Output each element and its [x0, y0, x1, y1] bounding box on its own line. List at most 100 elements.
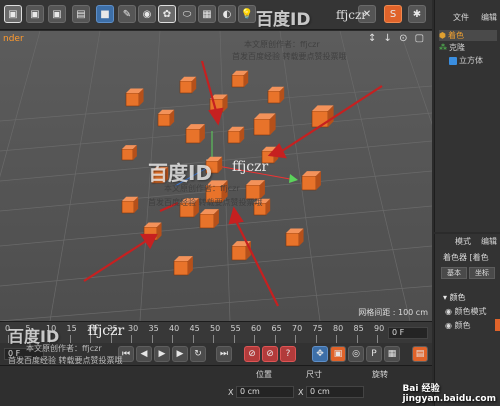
cube-clone[interactable] — [179, 76, 197, 94]
menu-file[interactable]: 文件 — [453, 12, 469, 23]
tick-label: 85 — [353, 324, 364, 333]
cube-clone[interactable] — [231, 70, 249, 88]
current-frame-field[interactable]: 0 F — [388, 327, 428, 339]
tab-basic[interactable]: 基本 — [441, 267, 467, 279]
size-x-field[interactable]: 0 cm — [306, 386, 364, 398]
tick-mark — [69, 335, 71, 343]
grid-icon[interactable]: ▦ — [198, 5, 216, 23]
site-watermark-logo: Bai 经验 jingyan.baidu.com — [402, 381, 496, 404]
cube-clone[interactable] — [157, 109, 175, 127]
color-swatch[interactable] — [495, 319, 500, 331]
object-manager: 文件 编辑 ⬢ 着色 ⁂ 克隆 立方体 — [434, 0, 500, 232]
watermark-user: ffjczr — [336, 8, 368, 22]
prev-frame-icon[interactable]: ◀ — [136, 346, 152, 362]
tree-item-cloner[interactable]: ⁂ 克隆 — [439, 42, 465, 53]
param-label: 颜色 — [454, 321, 471, 330]
cube-clone[interactable] — [227, 126, 245, 144]
autokey-icon[interactable]: ⊘ — [262, 346, 278, 362]
param-color[interactable]: ◉ 颜色 — [445, 320, 471, 331]
film-icon[interactable]: ▣ — [4, 5, 22, 23]
tick-label: 75 — [312, 324, 323, 333]
watermark-user: ffjczr — [88, 323, 125, 339]
cube-icon[interactable]: ■ — [96, 5, 114, 23]
goto-end-icon[interactable]: ⏭ — [216, 346, 232, 362]
watermark-note: 首发百度经验 转载要点赞投票哦 — [148, 198, 263, 207]
tick-label: 15 — [66, 324, 77, 333]
param-color-mode[interactable]: ◉ 颜色模式 — [445, 306, 487, 317]
tick-label: 80 — [333, 324, 344, 333]
grid-icon[interactable]: ▦ — [384, 346, 400, 362]
next-frame-icon[interactable]: ▶ — [172, 346, 188, 362]
python-icon[interactable]: ✱ — [408, 5, 426, 23]
position-x-field[interactable]: 0 cm — [236, 386, 294, 398]
section-color[interactable]: ▾ 颜色 — [443, 292, 466, 303]
watermark-note: 首发百度经验 转载要点赞投票哦 — [232, 52, 347, 61]
rotate-icon[interactable]: ◎ — [348, 346, 364, 362]
cube-clone[interactable] — [199, 209, 219, 229]
menu-mode[interactable]: 模式 — [455, 236, 471, 247]
x-label: X — [228, 388, 234, 397]
tick-label: 65 — [271, 324, 282, 333]
timeline-ruler[interactable]: 0 5 10 15 20 25 30 35 40 45 50 55 60 65 70 75 80 85 90 0 F — [0, 321, 432, 343]
film-icon[interactable]: ▣ — [26, 5, 44, 23]
cube-clone[interactable] — [121, 145, 137, 161]
tick-mark — [192, 335, 194, 343]
menu-edit[interactable]: 编辑 — [481, 236, 497, 247]
camera-icon[interactable]: ◐ — [218, 5, 236, 23]
tick-mark — [213, 335, 214, 343]
scale-icon[interactable]: ▣ — [330, 346, 346, 362]
film-icon[interactable]: ▣ — [48, 5, 66, 23]
light-icon[interactable]: 💡 — [238, 5, 256, 23]
header-rotation: 旋转 — [372, 370, 388, 379]
coordinate-manager: 位置 尺寸 旋转 X 0 cm X 0 cm — [0, 365, 432, 406]
film-settings-icon[interactable]: ▤ — [72, 5, 90, 23]
tick-label: 35 — [148, 324, 159, 333]
move-icon[interactable]: ✥ — [312, 346, 328, 362]
loop-icon[interactable]: ↻ — [190, 346, 206, 362]
cloner-icon: ⁂ — [439, 43, 447, 52]
tick-label: 55 — [230, 324, 241, 333]
tick-mark — [356, 335, 358, 343]
tick-mark — [315, 335, 317, 343]
cube-clone[interactable] — [253, 113, 276, 136]
script-icon[interactable]: S — [384, 5, 402, 23]
watermark-author: 本文原创作者：ffjczr — [164, 184, 240, 193]
tree-item-shader[interactable]: ⬢ 着色 — [439, 30, 497, 41]
param-label: 颜色模式 — [454, 307, 487, 316]
cube-clone[interactable] — [185, 124, 205, 144]
cube-clone[interactable] — [125, 88, 144, 107]
tick-label: 90 — [374, 324, 385, 333]
nurbs-icon[interactable]: ◉ — [138, 5, 156, 23]
tick-mark — [233, 335, 235, 343]
play-icon[interactable]: ▶ — [154, 346, 170, 362]
pen-icon[interactable]: ✎ — [118, 5, 136, 23]
tick-mark — [336, 335, 337, 343]
menu-edit[interactable]: 编辑 — [481, 12, 497, 23]
tick-mark — [131, 335, 132, 343]
cube-clone[interactable] — [285, 228, 304, 247]
3d-viewport[interactable]: nder ↕ ↓ ⊙ ▢ 本文原创作者：ffjczr 首发百度经验 转载要点赞投… — [0, 31, 432, 321]
cube-clone[interactable] — [267, 86, 285, 104]
x-label: X — [298, 388, 304, 397]
scene-icon[interactable]: ⬭ — [178, 5, 196, 23]
shader-icon: ⬢ — [439, 31, 446, 40]
grid-spacing-readout: 网格间距 : 100 cm — [358, 308, 428, 317]
transport-bar: 0 F ⏮ ◀ ▶ ▶ ↻ ⏭ ⊘ ⊘ ? ✥ ▣ ◎ P ▦ ▤ 百度ID f… — [0, 323, 432, 365]
viewport-nav-icons[interactable]: ↕ ↓ ⊙ ▢ — [368, 33, 426, 44]
tick-mark — [377, 335, 378, 343]
timeline-icon[interactable]: ▤ — [412, 346, 428, 362]
tick-mark — [295, 335, 296, 343]
param-icon[interactable]: P — [366, 346, 382, 362]
watermark-brand: 百度ID — [148, 161, 213, 185]
tab-coords[interactable]: 坐标 — [469, 267, 495, 279]
cube-clone[interactable] — [173, 256, 193, 276]
deformer-icon[interactable]: ✿ — [158, 5, 176, 23]
cube-icon — [449, 56, 457, 65]
viewport-title: nder — [3, 34, 24, 44]
cube-clone[interactable] — [301, 171, 321, 191]
keyframe-icon[interactable]: ? — [280, 346, 296, 362]
cube-clone[interactable] — [121, 196, 139, 214]
record-icon[interactable]: ⊘ — [244, 346, 260, 362]
tick-label: 60 — [251, 324, 262, 333]
tree-item-cube[interactable]: 立方体 — [449, 55, 483, 66]
